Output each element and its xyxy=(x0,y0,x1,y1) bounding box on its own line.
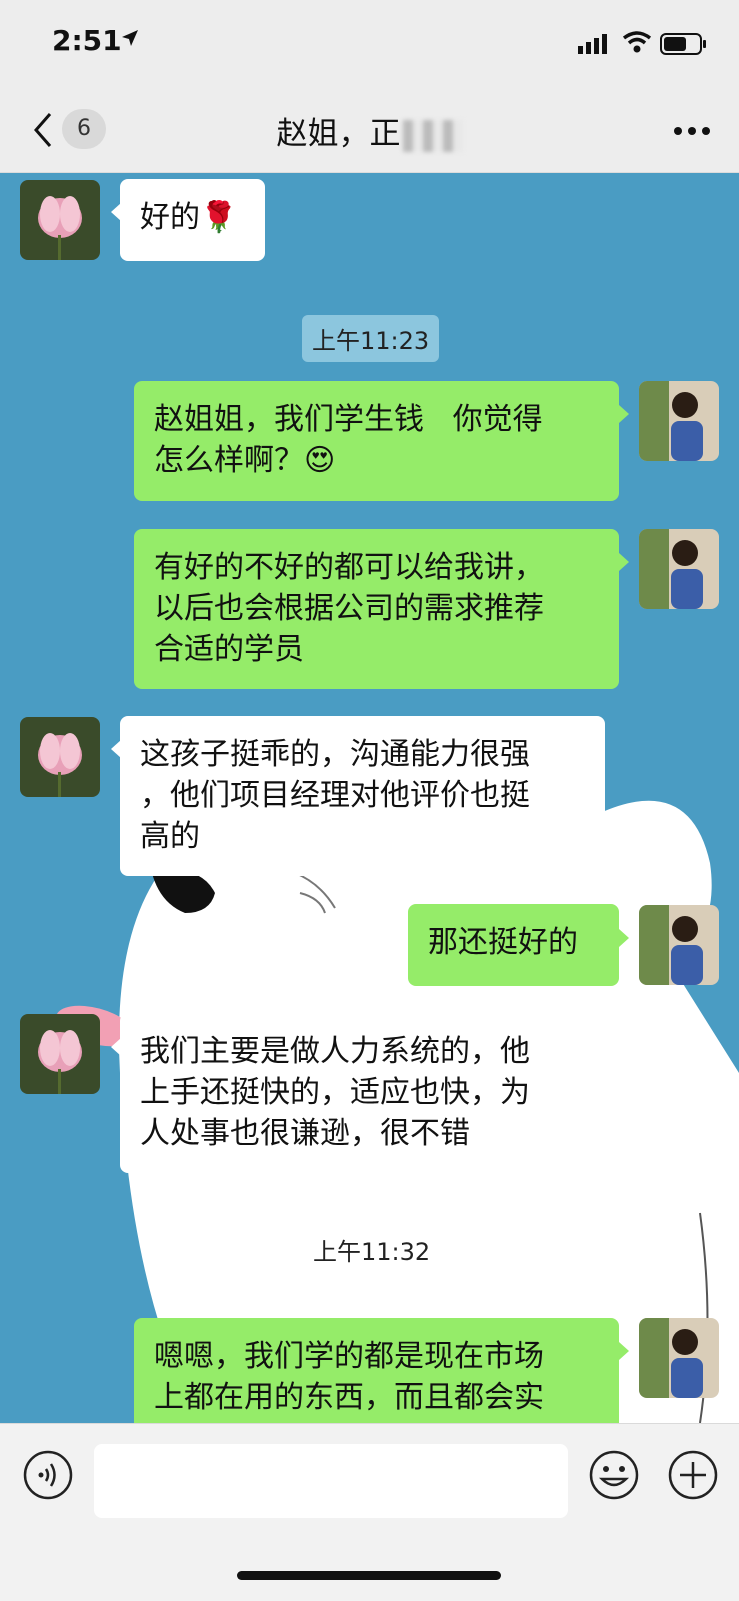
battery-icon xyxy=(660,33,706,55)
voice-icon[interactable] xyxy=(22,1449,74,1501)
chat-title-text: 赵姐，正 xyxy=(276,116,401,152)
contact-avatar[interactable] xyxy=(20,180,100,260)
outgoing-message[interactable]: 嗯嗯，我们学的都是现在市场 上都在用的东西，而且都会实 xyxy=(134,1318,619,1423)
self-avatar[interactable] xyxy=(639,529,719,609)
incoming-message[interactable]: 好的🌹 xyxy=(120,179,265,261)
timestamp: 上午11:32 xyxy=(313,1238,431,1266)
message-text: 那还挺好的 xyxy=(428,925,578,960)
status-time: 2:51 xyxy=(52,24,122,57)
timestamp: 上午11:23 xyxy=(302,315,440,362)
wifi-icon xyxy=(622,31,652,53)
emoji-icon[interactable] xyxy=(588,1449,640,1501)
chat-header: 6 赵姐，正 xyxy=(0,90,739,173)
message-text: 好的 xyxy=(140,200,200,235)
more-icon[interactable] xyxy=(672,116,712,146)
message-text: 有好的不好的都可以给我讲， 以后也会根据公司的需求推荐 合适的学员 xyxy=(154,550,544,667)
self-avatar[interactable] xyxy=(639,381,719,461)
heart-eyes-emoji: 😍 xyxy=(304,443,336,478)
rose-emoji: 🌹 xyxy=(200,200,238,235)
redacted-name xyxy=(402,119,463,152)
chat-area[interactable]: 上午11:23 上午11:32 好的🌹 赵姐姐，我们学生钱 你觉得 怎么样啊？😍… xyxy=(0,173,739,1423)
self-avatar[interactable] xyxy=(639,905,719,985)
message-text: 嗯嗯，我们学的都是现在市场 上都在用的东西，而且都会实 xyxy=(154,1339,544,1415)
chat-title: 赵姐，正 xyxy=(0,108,739,153)
outgoing-message[interactable]: 那还挺好的 xyxy=(408,904,619,986)
bubble-tail xyxy=(619,929,629,947)
bubble-tail xyxy=(619,405,629,423)
outgoing-message[interactable]: 有好的不好的都可以给我讲， 以后也会根据公司的需求推荐 合适的学员 xyxy=(134,529,619,689)
message-text: 我们主要是做人力系统的，他 上手还挺快的，适应也快，为 人处事也很谦逊，很不错 xyxy=(140,1034,530,1151)
message-text: 这孩子挺乖的，沟通能力很强 ，他们项目经理对他评价也挺 高的 xyxy=(140,737,530,854)
contact-avatar[interactable] xyxy=(20,717,100,797)
message-input[interactable] xyxy=(94,1444,568,1518)
incoming-message[interactable]: 这孩子挺乖的，沟通能力很强 ，他们项目经理对他评价也挺 高的 xyxy=(120,716,605,876)
plus-icon[interactable] xyxy=(667,1449,719,1501)
location-arrow-icon xyxy=(122,30,138,46)
input-bar xyxy=(0,1423,739,1601)
self-avatar[interactable] xyxy=(639,1318,719,1398)
incoming-message[interactable]: 我们主要是做人力系统的，他 上手还挺快的，适应也快，为 人处事也很谦逊，很不错 xyxy=(120,1013,605,1173)
message-text: 赵姐姐，我们学生钱 你觉得 怎么样啊？ xyxy=(154,402,543,478)
bubble-tail xyxy=(619,1342,629,1360)
outgoing-message[interactable]: 赵姐姐，我们学生钱 你觉得 怎么样啊？😍 xyxy=(134,381,619,501)
status-bar: 2:51 xyxy=(0,0,739,90)
contact-avatar[interactable] xyxy=(20,1014,100,1094)
bubble-tail xyxy=(619,553,629,571)
cellular-signal-icon xyxy=(578,34,607,54)
home-indicator[interactable] xyxy=(237,1571,501,1580)
